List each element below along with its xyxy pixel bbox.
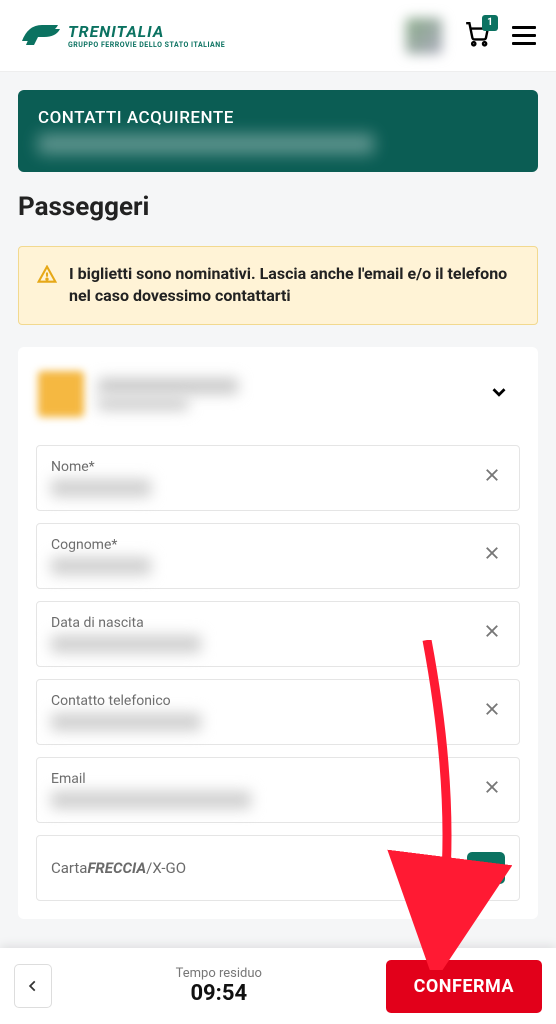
field-carta-freccia[interactable]: CartaFRECCIA/X-GO (36, 835, 520, 901)
back-button[interactable] (14, 964, 52, 1008)
carta-label: CartaFRECCIA/X-GO (51, 859, 186, 877)
cart-button[interactable]: 1 (464, 21, 490, 51)
field-cognome[interactable]: Cognome* (36, 523, 520, 589)
data-nascita-value (51, 635, 201, 653)
clear-data-button[interactable] (479, 617, 505, 650)
notice-text: I biglietti sono nominativi. Lascia anch… (69, 263, 519, 308)
passenger-header[interactable] (36, 365, 520, 433)
timer: Tempo residuo 09:54 (64, 966, 374, 1006)
telefono-value (51, 713, 201, 731)
passenger-name-value (98, 378, 238, 394)
nome-value (51, 479, 151, 497)
clear-email-button[interactable] (479, 773, 505, 806)
logo[interactable]: TRENITALIA GRUPPO FERROVIE DELLO STATO I… (20, 19, 225, 53)
clear-cognome-button[interactable] (479, 539, 505, 572)
buyer-card-title: CONTATTI ACQUIRENTE (38, 108, 518, 128)
close-icon (483, 544, 501, 562)
field-data-nascita[interactable]: Data di nascita (36, 601, 520, 667)
email-value (51, 791, 251, 809)
warning-icon (37, 265, 57, 308)
main-content: CONTATTI ACQUIRENTE Passeggeri I bigliet… (0, 72, 556, 937)
close-icon (483, 466, 501, 484)
menu-button[interactable] (512, 26, 536, 45)
confirm-button[interactable]: CONFERMA (386, 960, 542, 1013)
brand-subtitle: GRUPPO FERROVIE DELLO STATO ITALIANE (68, 41, 225, 49)
close-icon (483, 778, 501, 796)
trenitalia-logo-icon (20, 19, 60, 53)
user-avatar[interactable] (406, 18, 442, 54)
bottom-bar: Tempo residuo 09:54 CONFERMA (0, 948, 556, 1024)
carta-action[interactable] (467, 852, 505, 884)
nome-label: Nome* (51, 459, 479, 475)
brand-name: TRENITALIA (68, 22, 225, 41)
cognome-label: Cognome* (51, 537, 479, 553)
passenger-sub-value (98, 398, 188, 410)
email-label: Email (51, 771, 479, 787)
info-notice: I biglietti sono nominativi. Lascia anch… (18, 246, 538, 325)
passenger-form-card: Nome* Cognome* Data di nascita (18, 347, 538, 919)
field-nome[interactable]: Nome* (36, 445, 520, 511)
header-actions: 1 (406, 18, 536, 54)
close-icon (483, 622, 501, 640)
logo-text: TRENITALIA GRUPPO FERROVIE DELLO STATO I… (68, 22, 225, 49)
field-email[interactable]: Email (36, 757, 520, 823)
timer-value: 09:54 (64, 981, 374, 1006)
field-telefono[interactable]: Contatto telefonico (36, 679, 520, 745)
telefono-label: Contatto telefonico (51, 693, 479, 709)
clear-nome-button[interactable] (479, 461, 505, 494)
buyer-contacts-card: CONTATTI ACQUIRENTE (18, 90, 538, 172)
close-icon (483, 700, 501, 718)
data-nascita-label: Data di nascita (51, 615, 479, 631)
chevron-left-icon (26, 977, 40, 995)
buyer-contact-value (38, 134, 374, 154)
passenger-avatar (38, 371, 84, 417)
passengers-heading: Passeggeri (18, 192, 538, 222)
timer-label: Tempo residuo (64, 966, 374, 981)
cognome-value (51, 557, 151, 575)
clear-telefono-button[interactable] (479, 695, 505, 728)
chevron-down-icon[interactable] (488, 381, 510, 407)
cart-count-badge: 1 (482, 15, 498, 31)
app-header: TRENITALIA GRUPPO FERROVIE DELLO STATO I… (0, 0, 556, 72)
